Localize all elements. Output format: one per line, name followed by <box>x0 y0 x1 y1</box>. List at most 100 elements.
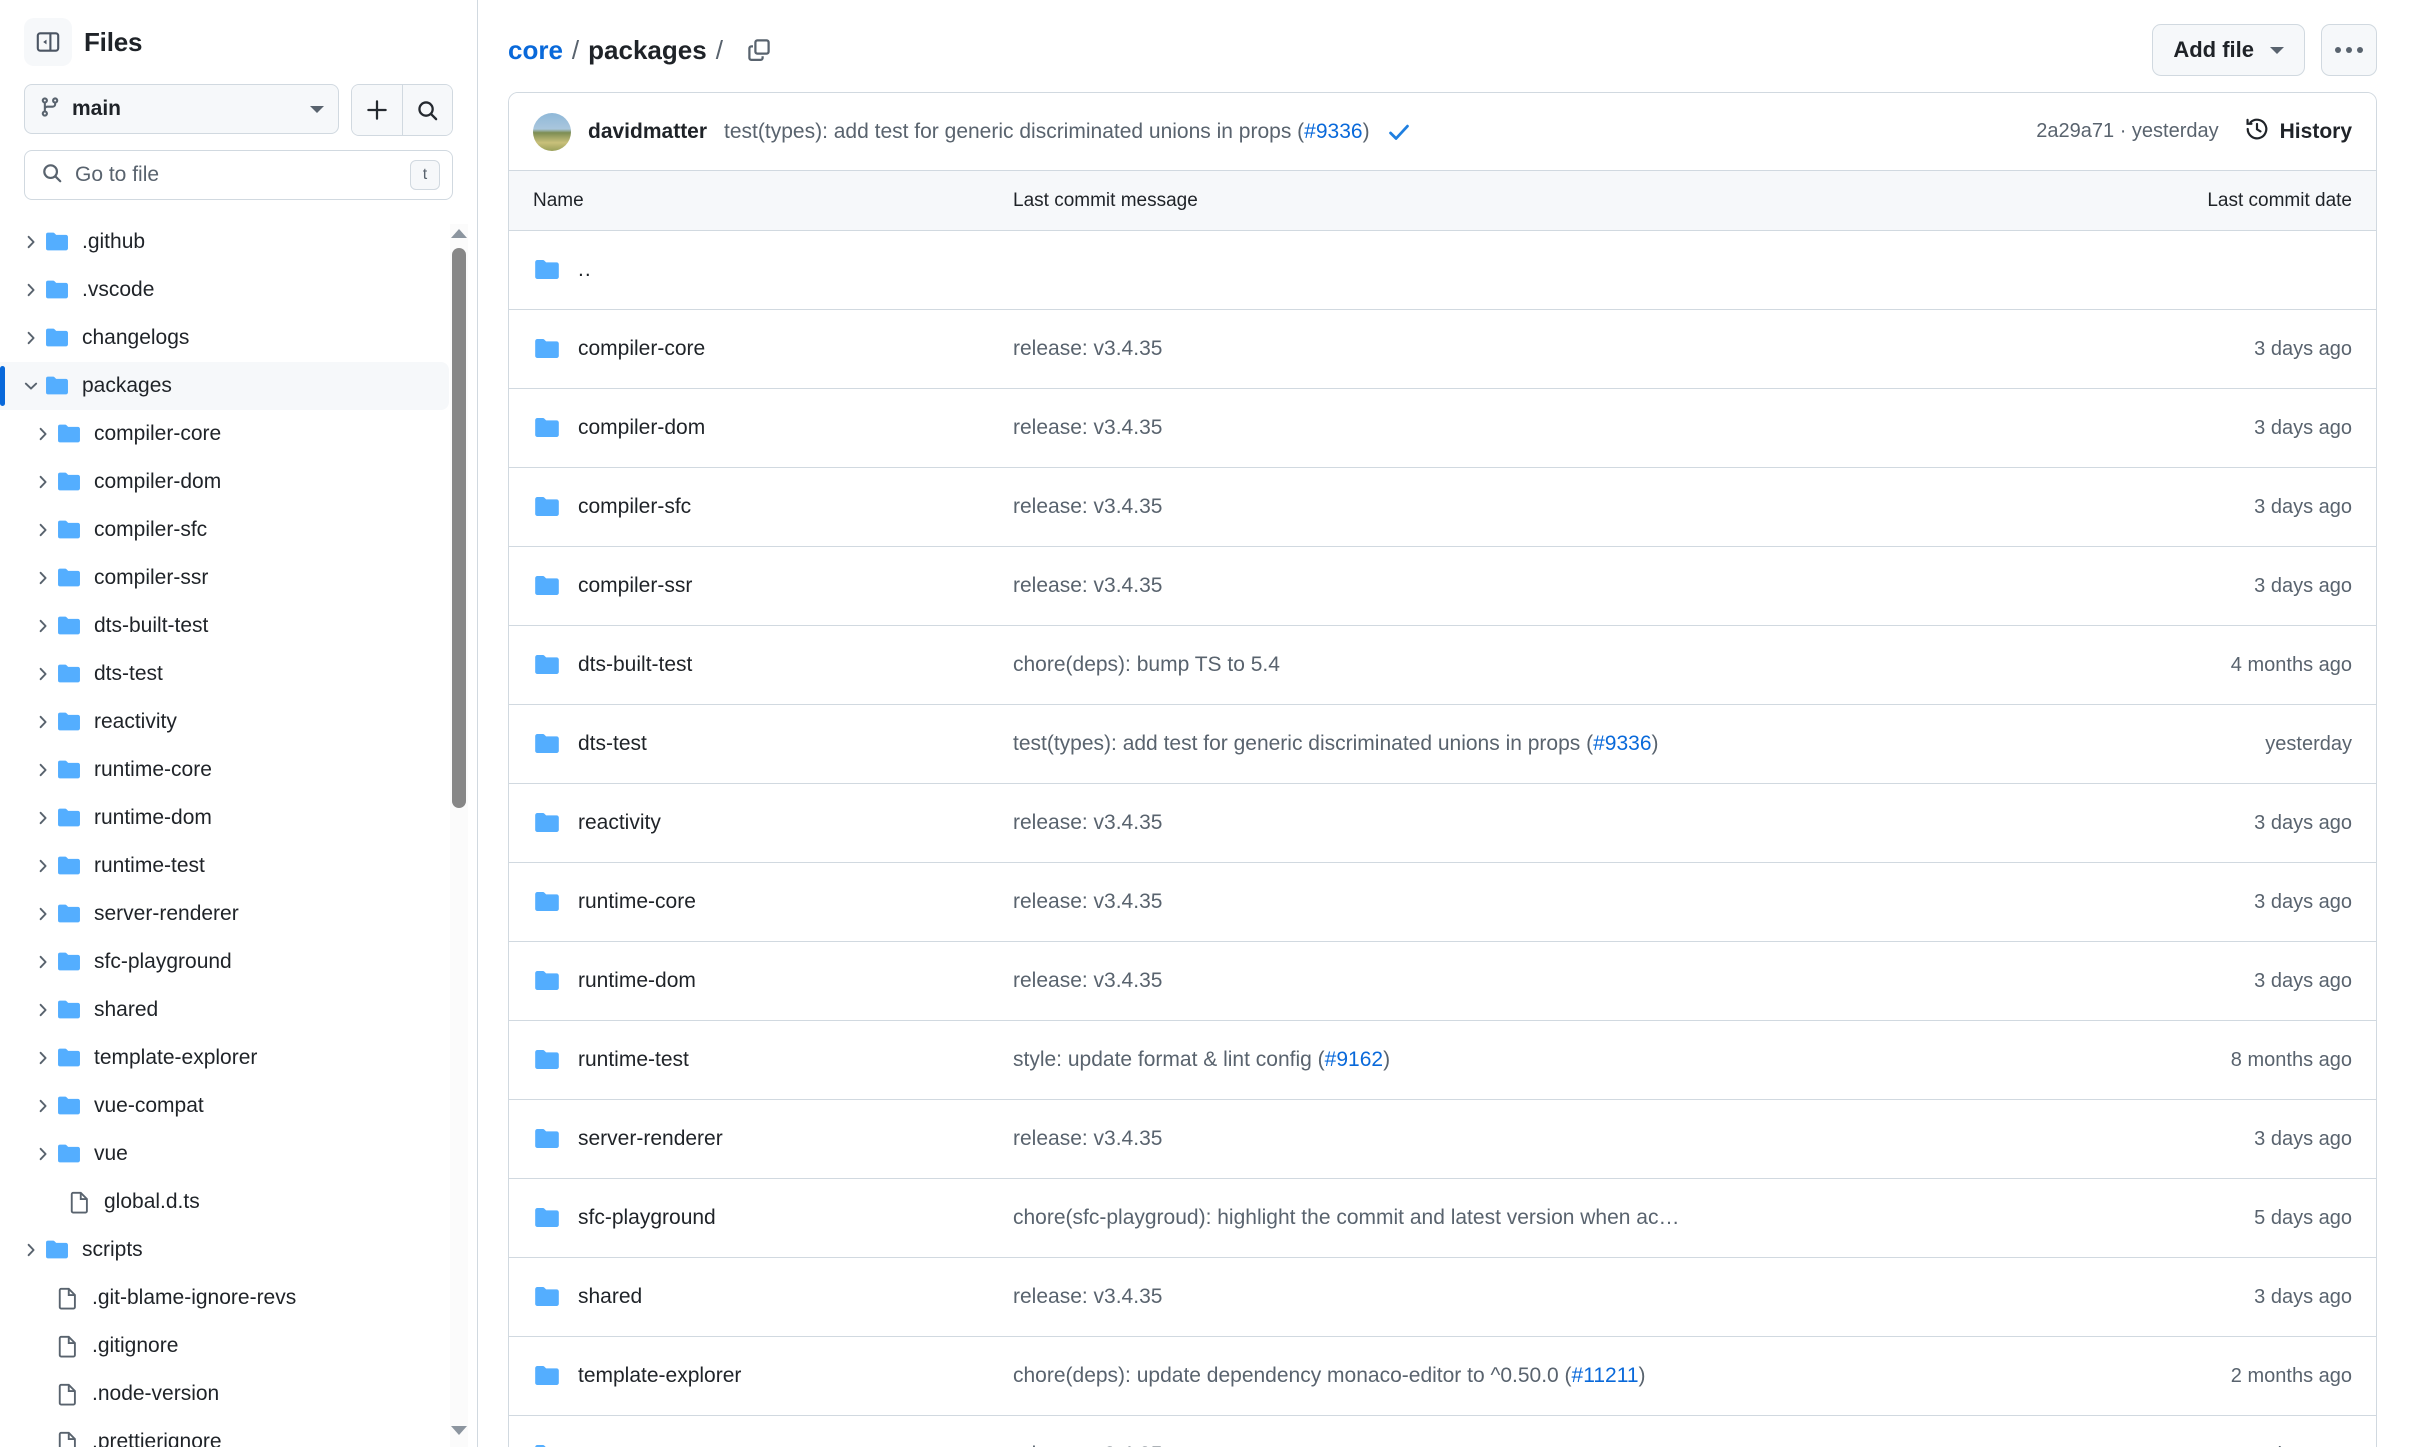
tree-item-shared[interactable]: shared <box>0 986 449 1034</box>
table-row[interactable]: dts-testtest(types): add test for generi… <box>509 705 2376 784</box>
tree-item-node-version[interactable]: .node-version <box>0 1370 449 1418</box>
table-row[interactable]: compiler-domrelease: v3.4.353 days ago <box>509 389 2376 468</box>
breadcrumb-current[interactable]: packages <box>588 35 707 66</box>
row-commit-message[interactable]: release: v3.4.35 <box>1013 416 2052 440</box>
chevron-right-icon[interactable] <box>18 330 44 346</box>
row-commit-message[interactable]: release: v3.4.35 <box>1013 337 2052 361</box>
row-name-cell[interactable]: dts-test <box>533 730 1013 758</box>
chevron-right-icon[interactable] <box>30 1098 56 1114</box>
row-name-cell[interactable]: compiler-core <box>533 335 1013 363</box>
row-name-cell[interactable]: .. <box>533 256 1013 284</box>
tree-item-git-blame-ignore-revs[interactable]: .git-blame-ignore-revs <box>0 1274 449 1322</box>
scroll-up-arrow-icon[interactable] <box>450 224 468 242</box>
file-tree[interactable]: .github.vscodechangelogspackages compiler… <box>0 218 477 1447</box>
table-row[interactable]: runtime-domrelease: v3.4.353 days ago <box>509 942 2376 1021</box>
commit-pr-link[interactable]: #9336 <box>1304 120 1362 143</box>
tree-item-global-d-ts[interactable]: global.d.ts <box>0 1178 449 1226</box>
tree-item-prettierignore[interactable]: .prettierignore <box>0 1418 449 1447</box>
tree-item-gitignore[interactable]: .gitignore <box>0 1322 449 1370</box>
row-commit-message[interactable]: chore(deps): update dependency monaco-ed… <box>1013 1364 2052 1388</box>
table-row[interactable]: compiler-ssrrelease: v3.4.353 days ago <box>509 547 2376 626</box>
row-name-cell[interactable]: sfc-playground <box>533 1204 1013 1232</box>
tree-item-compiler-ssr[interactable]: compiler-ssr <box>0 554 449 602</box>
tree-item-compiler-sfc[interactable]: compiler-sfc <box>0 506 449 554</box>
tree-item-template-explorer[interactable]: template-explorer <box>0 1034 449 1082</box>
scrollbar-thumb[interactable] <box>452 248 466 808</box>
table-row[interactable]: compiler-sfcrelease: v3.4.353 days ago <box>509 468 2376 547</box>
row-pr-link[interactable]: #11211 <box>1572 1364 1639 1387</box>
row-commit-message[interactable]: chore(deps): bump TS to 5.4 <box>1013 653 2052 677</box>
row-commit-message[interactable]: release: v3.4.35 <box>1013 574 2052 598</box>
row-pr-link[interactable]: #9162 <box>1325 1048 1383 1071</box>
row-name-cell[interactable]: vue-compat <box>533 1441 1013 1447</box>
chevron-right-icon[interactable] <box>30 1002 56 1018</box>
tree-item-vue-compat[interactable]: vue-compat <box>0 1082 449 1130</box>
row-commit-message[interactable]: chore(sfc-playgroud): highlight the comm… <box>1013 1206 2052 1230</box>
sidebar-collapse-icon[interactable] <box>24 18 72 66</box>
tree-item-dts-test[interactable]: dts-test <box>0 650 449 698</box>
search-icon[interactable] <box>402 85 452 135</box>
tree-item-compiler-dom[interactable]: compiler-dom <box>0 458 449 506</box>
avatar[interactable] <box>533 113 571 151</box>
chevron-right-icon[interactable] <box>18 234 44 250</box>
chevron-right-icon[interactable] <box>18 1242 44 1258</box>
commit-author[interactable]: davidmatter <box>588 120 707 144</box>
table-row[interactable]: compiler-corerelease: v3.4.353 days ago <box>509 310 2376 389</box>
tree-item-vue[interactable]: vue <box>0 1130 449 1178</box>
chevron-right-icon[interactable] <box>30 762 56 778</box>
tree-item-reactivity[interactable]: reactivity <box>0 698 449 746</box>
row-commit-message[interactable]: style: update format & lint config (#916… <box>1013 1048 2052 1072</box>
add-file-icon[interactable] <box>352 85 402 135</box>
breadcrumb-repo[interactable]: core <box>508 35 563 66</box>
row-name-cell[interactable]: dts-built-test <box>533 651 1013 679</box>
row-name-cell[interactable]: shared <box>533 1283 1013 1311</box>
chevron-down-icon[interactable] <box>18 378 44 394</box>
row-name-cell[interactable]: compiler-sfc <box>533 493 1013 521</box>
row-name-cell[interactable]: runtime-dom <box>533 967 1013 995</box>
table-row[interactable]: server-rendererrelease: v3.4.353 days ag… <box>509 1100 2376 1179</box>
copy-path-icon[interactable] <box>747 38 771 62</box>
row-name-cell[interactable]: compiler-dom <box>533 414 1013 442</box>
chevron-right-icon[interactable] <box>30 858 56 874</box>
chevron-right-icon[interactable] <box>30 426 56 442</box>
tree-item-github[interactable]: .github <box>0 218 449 266</box>
chevron-right-icon[interactable] <box>30 618 56 634</box>
tree-item-sfc-playground[interactable]: sfc-playground <box>0 938 449 986</box>
sidebar-scrollbar[interactable] <box>450 224 468 1447</box>
row-commit-message[interactable]: release: v3.4.35 <box>1013 1443 2052 1447</box>
chevron-right-icon[interactable] <box>18 282 44 298</box>
tree-item-changelogs[interactable]: changelogs <box>0 314 449 362</box>
chevron-right-icon[interactable] <box>30 1050 56 1066</box>
table-row[interactable]: template-explorerchore(deps): update dep… <box>509 1337 2376 1416</box>
table-row[interactable]: dts-built-testchore(deps): bump TS to 5.… <box>509 626 2376 705</box>
chevron-right-icon[interactable] <box>30 522 56 538</box>
row-name-cell[interactable]: runtime-core <box>533 888 1013 916</box>
check-icon[interactable] <box>1386 119 1412 145</box>
tree-item-packages[interactable]: packages <box>0 362 449 410</box>
tree-item-runtime-dom[interactable]: runtime-dom <box>0 794 449 842</box>
table-row[interactable]: sfc-playgroundchore(sfc-playgroud): high… <box>509 1179 2376 1258</box>
row-pr-link[interactable]: #9336 <box>1593 732 1651 755</box>
row-commit-message[interactable]: release: v3.4.35 <box>1013 811 2052 835</box>
add-file-button[interactable]: Add file <box>2152 24 2305 76</box>
history-button[interactable]: History <box>2245 117 2352 146</box>
chevron-right-icon[interactable] <box>30 570 56 586</box>
tree-item-dts-built-test[interactable]: dts-built-test <box>0 602 449 650</box>
row-commit-message[interactable]: release: v3.4.35 <box>1013 969 2052 993</box>
tree-item-runtime-core[interactable]: runtime-core <box>0 746 449 794</box>
row-commit-message[interactable]: release: v3.4.35 <box>1013 495 2052 519</box>
chevron-right-icon[interactable] <box>30 474 56 490</box>
chevron-right-icon[interactable] <box>30 1146 56 1162</box>
more-options-button[interactable] <box>2321 24 2377 76</box>
tree-item-runtime-test[interactable]: runtime-test <box>0 842 449 890</box>
row-name-cell[interactable]: template-explorer <box>533 1362 1013 1390</box>
row-commit-message[interactable]: release: v3.4.35 <box>1013 1127 2052 1151</box>
row-name-cell[interactable]: reactivity <box>533 809 1013 837</box>
commit-message[interactable]: test(types): add test for generic discri… <box>724 120 1370 144</box>
row-commit-message[interactable]: test(types): add test for generic discri… <box>1013 732 2052 756</box>
chevron-right-icon[interactable] <box>30 954 56 970</box>
tree-item-vscode[interactable]: .vscode <box>0 266 449 314</box>
table-row[interactable]: sharedrelease: v3.4.353 days ago <box>509 1258 2376 1337</box>
scroll-down-arrow-icon[interactable] <box>450 1421 468 1439</box>
chevron-right-icon[interactable] <box>30 810 56 826</box>
